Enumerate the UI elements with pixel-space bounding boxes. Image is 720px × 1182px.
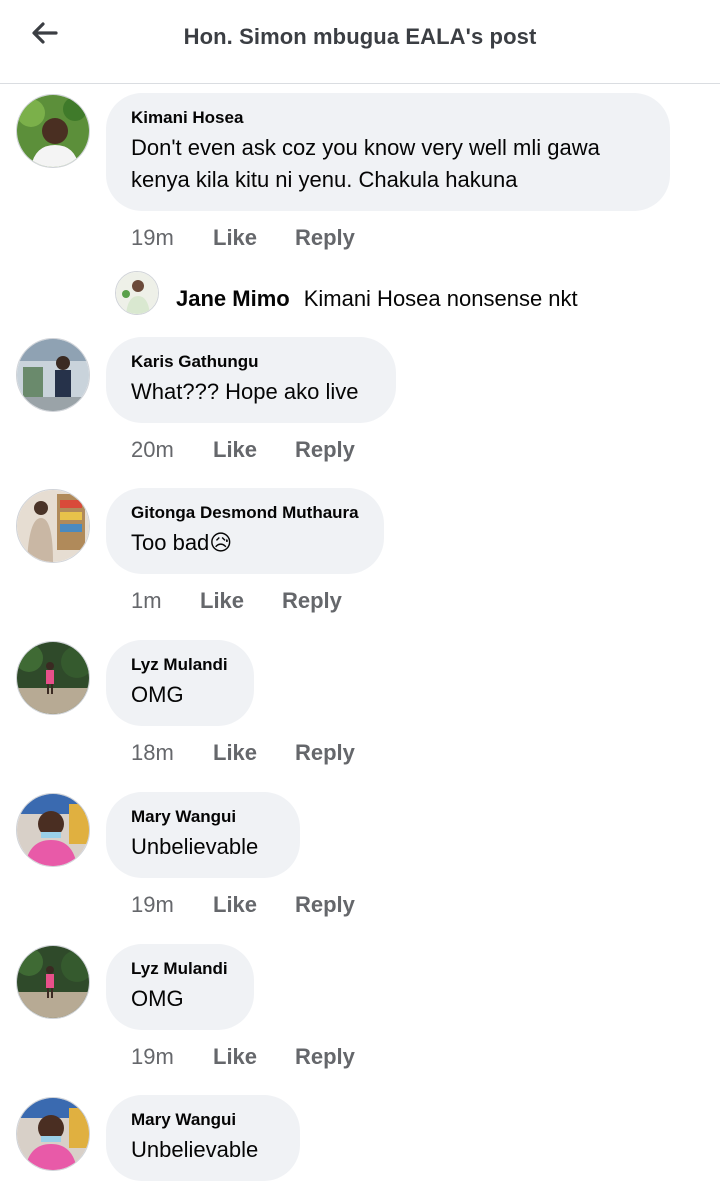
like-button[interactable]: Like [200, 588, 282, 614]
comment-actions: 19m Like Reply [131, 225, 355, 251]
avatar[interactable] [16, 338, 90, 412]
comment-author[interactable]: Mary Wangui [131, 806, 275, 828]
reply-button[interactable]: Reply [295, 437, 355, 463]
comment-author[interactable]: Karis Gathungu [131, 351, 371, 373]
comment-actions: 18m Like Reply [131, 740, 355, 766]
avatar[interactable] [16, 793, 90, 867]
comment-text-line1: Don't even ask coz you know very well ml… [131, 135, 600, 160]
like-button[interactable]: Like [213, 1044, 295, 1070]
page-title: Hon. Simon mbugua EALA's post [183, 24, 537, 49]
comment-bubble: Karis Gathungu What??? Hope ako live [106, 337, 396, 423]
comment-bubble: Mary Wangui Unbelievable [106, 792, 300, 878]
comment-text-line2: kenya kila kitu ni yenu. Chakula hakuna [131, 167, 518, 192]
avatar[interactable] [16, 945, 90, 1019]
comment-bubble: Gitonga Desmond Muthaura Too bad😥 [106, 488, 384, 574]
avatar[interactable] [16, 94, 90, 168]
comment-text: OMG [131, 986, 184, 1011]
comment-bubble: Lyz Mulandi OMG [106, 944, 254, 1030]
avatar[interactable] [16, 1097, 90, 1171]
like-button[interactable]: Like [213, 437, 295, 463]
comment-text-content: Too bad [131, 530, 210, 555]
comment-time: 19m [131, 225, 174, 250]
comment-time: 19m [131, 892, 174, 917]
like-button[interactable]: Like [213, 892, 295, 918]
comment-text: Unbelievable [131, 1137, 259, 1162]
comment-time: 1m [131, 588, 162, 613]
top-bar: Hon. Simon mbugua EALA's post [0, 0, 720, 84]
comment-text: Unbelievable [131, 834, 259, 859]
comment-time: 20m [131, 437, 174, 462]
reply-button[interactable]: Reply [295, 1044, 355, 1070]
comment-text: What??? Hope ako live [131, 379, 359, 404]
comment-bubble: Lyz Mulandi OMG [106, 640, 254, 726]
crying-face-emoji-icon: 😥 [209, 530, 233, 555]
comment-author[interactable]: Lyz Mulandi [131, 654, 229, 676]
reply-button[interactable]: Reply [295, 225, 355, 251]
comment-actions: 19m Like Reply [131, 1044, 355, 1070]
comment-text: Too bad😥 [131, 527, 359, 559]
comment-actions: 19m Like Reply [131, 892, 355, 918]
reply-preview[interactable]: Jane Mimo Kimani Hosea nonsense nkt [176, 285, 578, 313]
reply-avatar[interactable] [115, 271, 159, 315]
comment-author[interactable]: Mary Wangui [131, 1109, 275, 1131]
like-button[interactable]: Like [213, 740, 295, 766]
comment-text: OMG [131, 682, 184, 707]
reply-text: Kimani Hosea nonsense nkt [303, 286, 578, 311]
comment-bubble: Mary Wangui Unbelievable [106, 1095, 300, 1181]
reply-author[interactable]: Jane Mimo [176, 286, 290, 311]
comment-time: 19m [131, 1044, 174, 1069]
comment-time: 18m [131, 740, 174, 765]
reply-button[interactable]: Reply [295, 740, 355, 766]
reply-button[interactable]: Reply [295, 892, 355, 918]
comment-author[interactable]: Lyz Mulandi [131, 958, 229, 980]
comment-actions: 20m Like Reply [131, 437, 355, 463]
reply-button[interactable]: Reply [282, 588, 342, 614]
like-button[interactable]: Like [213, 225, 295, 251]
comment-bubble: Kimani Hosea Don't even ask coz you know… [106, 93, 670, 211]
comment-actions: 1m Like Reply [131, 588, 342, 614]
comment-author[interactable]: Gitonga Desmond Muthaura [131, 502, 359, 524]
avatar[interactable] [16, 489, 90, 563]
avatar[interactable] [16, 641, 90, 715]
comment-author[interactable]: Kimani Hosea [131, 107, 645, 129]
